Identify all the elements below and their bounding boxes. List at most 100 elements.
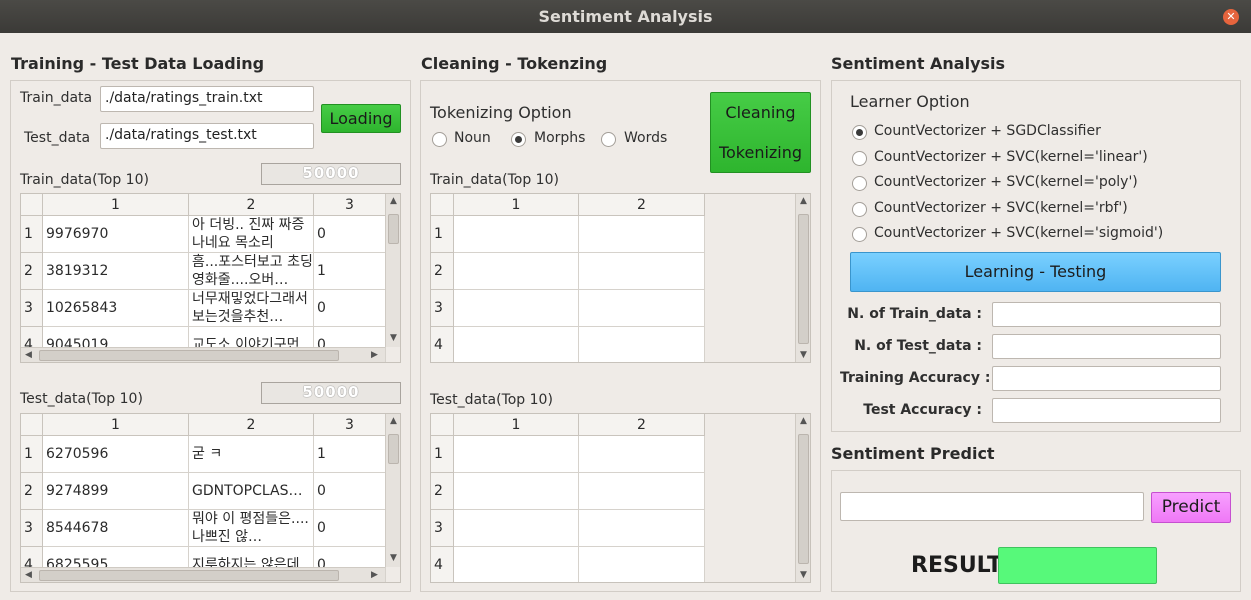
scroll-up-icon[interactable]: ▲ <box>800 196 807 206</box>
horizontal-scrollbar[interactable]: ◀ ▶ <box>21 567 385 582</box>
table-cell[interactable] <box>579 436 705 473</box>
radio-learner-svc-poly[interactable] <box>852 176 867 191</box>
table-cell[interactable] <box>579 327 705 362</box>
predict-input[interactable] <box>840 492 1144 521</box>
column-header[interactable]: 1 <box>43 414 189 436</box>
column-header[interactable]: 1 <box>454 414 579 436</box>
vertical-scrollbar[interactable]: ▲ ▼ <box>385 194 400 347</box>
vertical-scrollbar[interactable]: ▲ ▼ <box>795 194 810 362</box>
predict-button[interactable]: Predict <box>1151 492 1231 523</box>
table-cell[interactable]: 9976970 <box>43 216 189 253</box>
table-cell[interactable]: 9274899 <box>43 473 189 510</box>
table-cell[interactable]: 굳 ㅋ <box>189 436 314 473</box>
table-cell[interactable]: 흠...포스터보고 초딩영화줄....오버… <box>189 253 314 290</box>
scroll-up-icon[interactable]: ▲ <box>390 196 397 206</box>
table-cell[interactable]: 3819312 <box>43 253 189 290</box>
column-header[interactable]: 1 <box>454 194 579 216</box>
vertical-scrollbar[interactable]: ▲ ▼ <box>385 414 400 567</box>
table-cell[interactable]: 0 <box>314 290 386 327</box>
scroll-thumb[interactable] <box>39 350 339 361</box>
horizontal-scrollbar[interactable]: ◀ ▶ <box>21 347 385 362</box>
table-cell[interactable] <box>454 290 579 327</box>
table-cell[interactable] <box>579 510 705 547</box>
table-cell[interactable]: 아 더빙.. 진짜 짜증나네요 목소리 <box>189 216 314 253</box>
radio-words[interactable] <box>601 132 616 147</box>
table-cell[interactable]: 너무재밓었다그래서보는것을추천… <box>189 290 314 327</box>
cleaning-tokenizing-button[interactable]: Cleaning Tokenizing <box>710 92 811 173</box>
table-cell[interactable]: 6270596 <box>43 436 189 473</box>
table-cell[interactable]: 0 <box>314 510 386 547</box>
learning-testing-button[interactable]: Learning - Testing <box>850 252 1221 292</box>
row-header[interactable]: 2 <box>431 253 454 290</box>
table-cell[interactable]: GDNTOPCLAS… <box>189 473 314 510</box>
radio-learner-svc-rbf[interactable] <box>852 202 867 217</box>
scroll-up-icon[interactable]: ▲ <box>390 416 397 426</box>
scroll-up-icon[interactable]: ▲ <box>800 416 807 426</box>
table-cell[interactable] <box>579 253 705 290</box>
radio-learner-sgd[interactable] <box>852 125 867 140</box>
loading-button[interactable]: Loading <box>321 104 401 133</box>
radio-learner-svc-linear[interactable] <box>852 151 867 166</box>
scroll-down-icon[interactable]: ▼ <box>390 333 397 343</box>
column-header[interactable]: 2 <box>579 194 705 216</box>
row-header[interactable]: 4 <box>431 327 454 362</box>
row-header[interactable]: 4 <box>431 547 454 582</box>
table-cell[interactable] <box>579 547 705 582</box>
scroll-down-icon[interactable]: ▼ <box>800 570 807 580</box>
table-cell[interactable] <box>579 290 705 327</box>
train-data-table[interactable]: 1 2 3 1 9976970 아 더빙.. 진짜 짜증나네요 목소리 0 2 … <box>20 193 401 363</box>
scroll-thumb[interactable] <box>388 214 399 244</box>
row-header[interactable]: 3 <box>21 510 43 547</box>
scroll-right-icon[interactable]: ▶ <box>371 350 378 360</box>
row-header[interactable]: 2 <box>21 253 43 290</box>
scroll-thumb[interactable] <box>798 214 809 344</box>
row-header[interactable]: 1 <box>431 436 454 473</box>
radio-morphs[interactable] <box>511 132 526 147</box>
table-cell[interactable] <box>454 547 579 582</box>
row-header[interactable]: 2 <box>21 473 43 510</box>
table-cell[interactable]: 10265843 <box>43 290 189 327</box>
column-header[interactable]: 3 <box>314 414 386 436</box>
scroll-down-icon[interactable]: ▼ <box>390 553 397 563</box>
test-path-input[interactable]: ./data/ratings_test.txt <box>100 123 314 149</box>
table-cell[interactable] <box>454 253 579 290</box>
table-cell[interactable] <box>579 473 705 510</box>
train-path-input[interactable]: ./data/ratings_train.txt <box>100 86 314 112</box>
table-cell[interactable]: 1 <box>314 253 386 290</box>
column-header[interactable]: 1 <box>43 194 189 216</box>
test-data-table[interactable]: 1 2 3 1 6270596 굳 ㅋ 1 2 9274899 GDNTOPCL… <box>20 413 401 583</box>
table-cell[interactable] <box>454 327 579 362</box>
close-icon[interactable]: ✕ <box>1223 9 1239 25</box>
table-cell[interactable] <box>454 473 579 510</box>
table-cell[interactable]: 1 <box>314 436 386 473</box>
table-cell[interactable]: 0 <box>314 473 386 510</box>
vertical-scrollbar[interactable]: ▲ ▼ <box>795 414 810 582</box>
table-cell[interactable] <box>579 216 705 253</box>
table-cell[interactable]: 0 <box>314 216 386 253</box>
column-header[interactable]: 2 <box>189 194 314 216</box>
table-cell[interactable] <box>454 436 579 473</box>
row-header[interactable]: 2 <box>431 473 454 510</box>
test-tokens-table[interactable]: 1 2 1 2 3 4 ▲ ▼ <box>430 413 811 583</box>
row-header[interactable]: 3 <box>21 290 43 327</box>
scroll-right-icon[interactable]: ▶ <box>371 570 378 580</box>
column-header[interactable]: 2 <box>579 414 705 436</box>
table-cell[interactable]: 뭐야 이 평점들은.... 나쁘진 않… <box>189 510 314 547</box>
scroll-thumb[interactable] <box>388 434 399 464</box>
scroll-thumb[interactable] <box>39 570 339 581</box>
scroll-left-icon[interactable]: ◀ <box>25 570 32 580</box>
table-cell[interactable] <box>454 510 579 547</box>
table-cell[interactable]: 8544678 <box>43 510 189 547</box>
row-header[interactable]: 1 <box>431 216 454 253</box>
row-header[interactable]: 3 <box>431 290 454 327</box>
radio-noun[interactable] <box>432 132 447 147</box>
column-header[interactable]: 2 <box>189 414 314 436</box>
scroll-thumb[interactable] <box>798 434 809 564</box>
table-cell[interactable] <box>454 216 579 253</box>
train-tokens-table[interactable]: 1 2 1 2 3 4 ▲ ▼ <box>430 193 811 363</box>
radio-learner-svc-sigmoid[interactable] <box>852 227 867 242</box>
column-header[interactable]: 3 <box>314 194 386 216</box>
row-header[interactable]: 1 <box>21 436 43 473</box>
scroll-left-icon[interactable]: ◀ <box>25 350 32 360</box>
row-header[interactable]: 3 <box>431 510 454 547</box>
